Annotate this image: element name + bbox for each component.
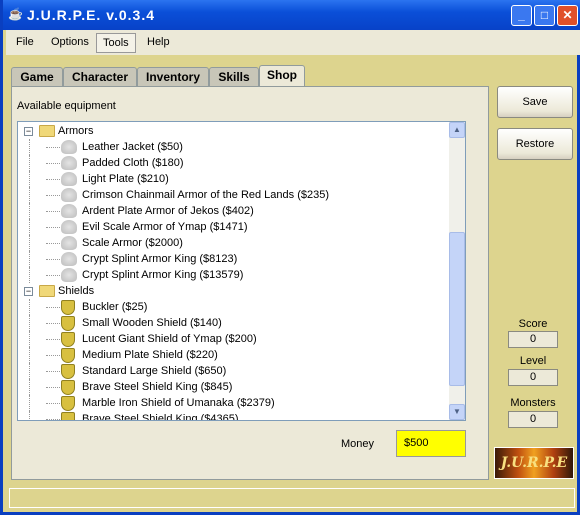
armor-icon bbox=[61, 140, 77, 154]
monsters-field: 0 bbox=[508, 411, 558, 428]
tree-item[interactable]: Brave Steel Shield King ($845) bbox=[18, 379, 448, 395]
item-label: Small Wooden Shield ($140) bbox=[82, 317, 222, 329]
tree-item[interactable]: Medium Plate Shield ($220) bbox=[18, 347, 448, 363]
item-label: Marble Iron Shield of Umanaka ($2379) bbox=[82, 397, 275, 409]
category-label: Armors bbox=[58, 125, 94, 137]
main-window: ☕ J.U.R.P.E. v.0.3.4 _ □ ✕ File Options … bbox=[0, 0, 580, 515]
item-label: Lucent Giant Shield of Ymap ($200) bbox=[82, 333, 257, 345]
shield-icon bbox=[61, 380, 75, 395]
save-button[interactable]: Save bbox=[497, 86, 573, 118]
shield-icon bbox=[61, 332, 75, 347]
tab-inventory[interactable]: Inventory bbox=[137, 67, 209, 87]
shield-icon bbox=[61, 396, 75, 411]
armor-icon bbox=[61, 252, 77, 266]
tree-item[interactable]: Evil Scale Armor of Ymap ($1471) bbox=[18, 219, 448, 235]
tree-item[interactable]: Standard Large Shield ($650) bbox=[18, 363, 448, 379]
title-bar: ☕ J.U.R.P.E. v.0.3.4 _ □ ✕ bbox=[3, 0, 580, 30]
armor-icon bbox=[61, 220, 77, 234]
armor-icon bbox=[61, 156, 77, 170]
item-label: Ardent Plate Armor of Jekos ($402) bbox=[82, 205, 254, 217]
money-label: Money bbox=[341, 438, 375, 450]
armor-icon bbox=[61, 204, 77, 218]
tree-category-armors[interactable]: − Armors bbox=[18, 123, 448, 139]
java-icon: ☕ bbox=[8, 7, 23, 21]
menu-bar: File Options Tools Help bbox=[6, 30, 580, 55]
item-label: Scale Armor ($2000) bbox=[82, 237, 183, 249]
armor-icon bbox=[61, 188, 77, 202]
item-label: Leather Jacket ($50) bbox=[82, 141, 183, 153]
equipment-tree[interactable]: ▲ ▼ − Armors Leather Jacket ($50) Padded Cl… bbox=[17, 121, 466, 421]
tree-item[interactable]: Brave Steel Shield King ($4365) bbox=[18, 411, 448, 421]
shield-icon bbox=[61, 348, 75, 363]
armor-icon bbox=[61, 172, 77, 186]
tab-skills[interactable]: Skills bbox=[209, 67, 259, 87]
item-label: Padded Cloth ($180) bbox=[82, 157, 184, 169]
item-label: Standard Large Shield ($650) bbox=[82, 365, 227, 377]
window-title: J.U.R.P.E. v.0.3.4 bbox=[27, 7, 155, 23]
score-label: Score bbox=[518, 318, 548, 330]
monsters-label: Monsters bbox=[510, 397, 556, 409]
tree-item[interactable]: Crypt Splint Armor King ($13579) bbox=[18, 267, 448, 283]
tree-item[interactable]: Crypt Splint Armor King ($8123) bbox=[18, 251, 448, 267]
level-field: 0 bbox=[508, 369, 558, 386]
item-label: Crimson Chainmail Armor of the Red Lands… bbox=[82, 189, 330, 201]
available-equipment-label: Available equipment bbox=[17, 100, 116, 112]
shield-icon bbox=[61, 412, 75, 420]
tab-character[interactable]: Character bbox=[63, 67, 137, 87]
item-label: Medium Plate Shield ($220) bbox=[82, 349, 218, 361]
menu-file[interactable]: File bbox=[10, 33, 40, 53]
tree-scrollbar[interactable]: ▲ ▼ bbox=[449, 122, 465, 420]
close-button[interactable]: ✕ bbox=[557, 5, 578, 26]
tree-item[interactable]: Ardent Plate Armor of Jekos ($402) bbox=[18, 203, 448, 219]
folder-icon bbox=[39, 285, 55, 297]
shield-icon bbox=[61, 316, 75, 331]
tree-item[interactable]: Leather Jacket ($50) bbox=[18, 139, 448, 155]
item-label: Buckler ($25) bbox=[82, 301, 148, 313]
restore-button[interactable]: Restore bbox=[497, 128, 573, 160]
item-label: Crypt Splint Armor King ($8123) bbox=[82, 253, 238, 265]
money-field: $500 bbox=[396, 430, 466, 457]
armor-icon bbox=[61, 236, 77, 250]
tree-item[interactable]: Lucent Giant Shield of Ymap ($200) bbox=[18, 331, 448, 347]
minimize-button[interactable]: _ bbox=[511, 5, 532, 26]
menu-options[interactable]: Options bbox=[45, 33, 95, 53]
tree-item[interactable]: Marble Iron Shield of Umanaka ($2379) bbox=[18, 395, 448, 411]
shield-icon bbox=[61, 300, 75, 315]
tab-shop[interactable]: Shop bbox=[259, 65, 305, 87]
category-label: Shields bbox=[58, 285, 95, 297]
folder-icon bbox=[39, 125, 55, 137]
tree-item[interactable]: Crimson Chainmail Armor of the Red Lands… bbox=[18, 187, 448, 203]
tree-item[interactable]: Light Plate ($210) bbox=[18, 171, 448, 187]
item-label: Evil Scale Armor of Ymap ($1471) bbox=[82, 221, 248, 233]
tree-item[interactable]: Scale Armor ($2000) bbox=[18, 235, 448, 251]
level-label: Level bbox=[519, 355, 547, 367]
item-label: Crypt Splint Armor King ($13579) bbox=[82, 269, 244, 281]
tree-item[interactable]: Padded Cloth ($180) bbox=[18, 155, 448, 171]
menu-tools[interactable]: Tools bbox=[96, 33, 136, 53]
scroll-thumb[interactable] bbox=[449, 232, 465, 386]
item-label: Brave Steel Shield King ($845) bbox=[82, 381, 233, 393]
tree-item[interactable]: Buckler ($25) bbox=[18, 299, 448, 315]
jurpe-logo: J.U.R.P.E bbox=[494, 447, 574, 479]
tab-game[interactable]: Game bbox=[11, 67, 63, 87]
menu-help[interactable]: Help bbox=[141, 33, 176, 53]
maximize-button[interactable]: □ bbox=[534, 5, 555, 26]
item-label: Brave Steel Shield King ($4365) bbox=[82, 413, 239, 421]
scroll-down-button[interactable]: ▼ bbox=[449, 404, 465, 420]
status-bar bbox=[9, 488, 575, 508]
armor-icon bbox=[61, 268, 77, 282]
shield-icon bbox=[61, 364, 75, 379]
tree-item[interactable]: Small Wooden Shield ($140) bbox=[18, 315, 448, 331]
collapse-icon[interactable]: − bbox=[24, 287, 33, 296]
item-label: Light Plate ($210) bbox=[82, 173, 169, 185]
scroll-up-button[interactable]: ▲ bbox=[449, 122, 465, 138]
tree-category-shields[interactable]: − Shields bbox=[18, 283, 448, 299]
collapse-icon[interactable]: − bbox=[24, 127, 33, 136]
score-field: 0 bbox=[508, 331, 558, 348]
